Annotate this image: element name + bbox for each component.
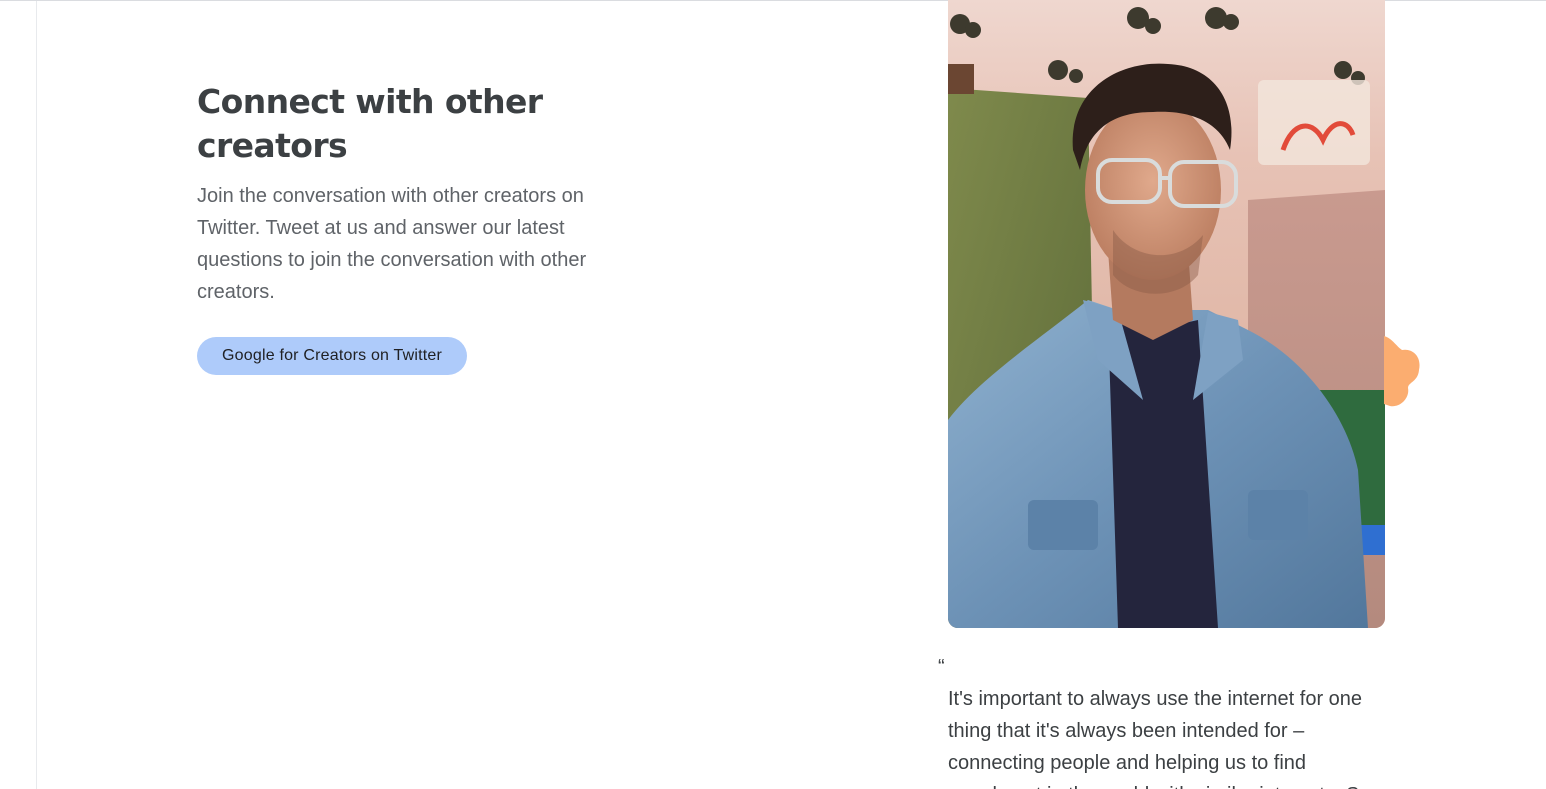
quote-line-2: thing that it's always been intended for… [948,720,1305,742]
creator-photo [948,0,1385,628]
section-heading-line-1: Connect with other [197,82,543,121]
left-divider [36,1,37,789]
page: Connect with other creators Join the con… [0,0,1546,789]
quote-line-1: It's important to always use the interne… [948,688,1363,710]
twitter-cta-button[interactable]: Google for Creators on Twitter [197,337,468,375]
testimonial-quote: “It's important to always use the intern… [938,651,1398,789]
section-heading-line-2: creators [197,126,348,165]
section-heading: Connect with other creators [197,80,627,168]
connect-section: Connect with other creators Join the con… [197,80,627,375]
quote-line-3: connecting people and helping us to find [948,752,1307,774]
creator-portrait-image [948,0,1385,628]
quote-line-4: people out in the world with similar int… [938,779,1398,789]
section-description: Join the conversation with other creator… [197,185,587,303]
decorative-blob-icon [1384,336,1420,407]
quote-mark: “ [938,656,945,678]
